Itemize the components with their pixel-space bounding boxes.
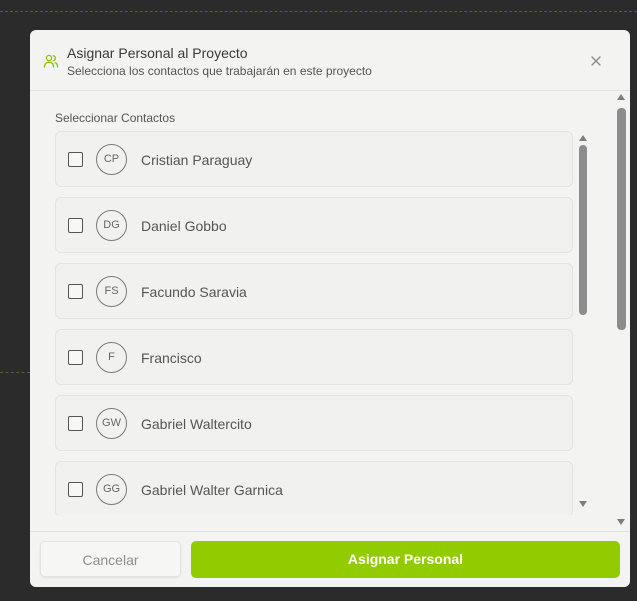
avatar: CP — [96, 144, 127, 175]
dialog-subtitle: Selecciona los contactos que trabajarán … — [67, 64, 372, 78]
assign-staff-button[interactable]: Asignar Personal — [191, 541, 620, 578]
contact-item[interactable]: FS Facundo Saravia — [55, 263, 573, 319]
avatar: GW — [96, 408, 127, 439]
avatar: DG — [96, 210, 127, 241]
contact-name: Facundo Saravia — [141, 284, 247, 300]
scroll-up-arrow-icon[interactable] — [617, 94, 625, 100]
dialog-scrollbar[interactable] — [614, 91, 630, 531]
scroll-down-arrow-icon[interactable] — [579, 501, 587, 507]
contact-item[interactable]: F Francisco — [55, 329, 573, 385]
dialog-title: Asignar Personal al Proyecto — [67, 45, 248, 61]
dialog-footer: Cancelar Asignar Personal — [30, 531, 630, 587]
contact-item[interactable]: GW Gabriel Waltercito — [55, 395, 573, 451]
contact-checkbox[interactable] — [68, 482, 83, 497]
close-icon — [586, 56, 606, 75]
close-button[interactable] — [586, 51, 606, 71]
scroll-down-arrow-icon[interactable] — [617, 519, 625, 525]
scroll-up-arrow-icon[interactable] — [579, 135, 587, 141]
background-divider — [0, 11, 637, 12]
contact-item[interactable]: DG Daniel Gobbo — [55, 197, 573, 253]
contact-name: Daniel Gobbo — [141, 218, 227, 234]
users-icon — [43, 53, 59, 69]
contact-checkbox[interactable] — [68, 350, 83, 365]
contact-checkbox[interactable] — [68, 152, 83, 167]
contact-name: Cristian Paraguay — [141, 152, 253, 168]
contact-name: Francisco — [141, 350, 202, 366]
background-divider — [0, 372, 30, 373]
dialog-header: Asignar Personal al Proyecto Selecciona … — [30, 30, 630, 91]
contact-name: Gabriel Waltercito — [141, 416, 252, 432]
assign-staff-dialog: Asignar Personal al Proyecto Selecciona … — [30, 30, 630, 587]
scroll-thumb[interactable] — [579, 145, 587, 315]
contact-checkbox[interactable] — [68, 416, 83, 431]
dialog-body: Seleccionar Contactos CP Cristian Paragu… — [30, 91, 630, 531]
cancel-button[interactable]: Cancelar — [40, 541, 181, 577]
contact-item[interactable]: CP Cristian Paraguay — [55, 131, 573, 187]
section-label: Seleccionar Contactos — [55, 111, 176, 125]
contact-checkbox[interactable] — [68, 218, 83, 233]
contacts-scrollbar[interactable] — [576, 133, 590, 515]
contact-checkbox[interactable] — [68, 284, 83, 299]
avatar: FS — [96, 276, 127, 307]
avatar: F — [96, 342, 127, 373]
contact-name: Gabriel Walter Garnica — [141, 482, 283, 498]
contact-item[interactable]: GG Gabriel Walter Garnica — [55, 461, 573, 515]
contacts-list: CP Cristian Paraguay DG Daniel Gobbo FS … — [55, 131, 575, 515]
avatar: GG — [96, 474, 127, 505]
scroll-thumb[interactable] — [617, 108, 626, 330]
